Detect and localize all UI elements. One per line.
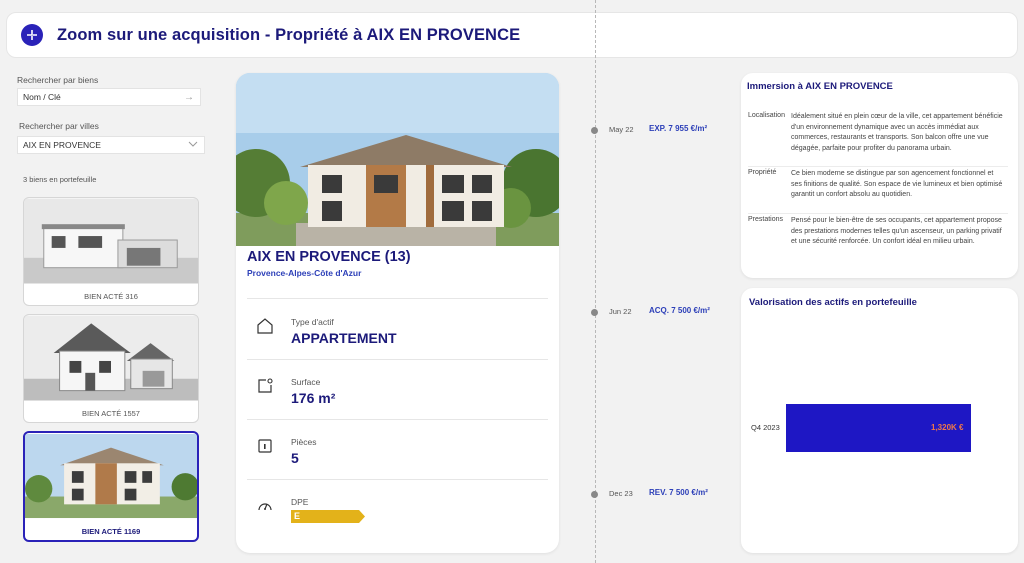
- timeline-line: [595, 0, 596, 563]
- property-detail-card: AIX EN PROVENCE (13) Provence-Alpes-Côte…: [236, 73, 559, 553]
- city-select[interactable]: AIX EN PROVENCE: [17, 136, 205, 154]
- divider: [247, 359, 548, 360]
- surface-value: 176 m²: [291, 390, 336, 406]
- timeline-date: Dec 23: [609, 489, 633, 498]
- rooms-label: Pièces: [291, 437, 317, 447]
- property-card-1557[interactable]: BIEN ACTÉ 1557: [23, 314, 199, 423]
- divider: [748, 166, 1008, 167]
- bar-category-label: Q4 2023: [751, 423, 780, 432]
- page-title: Zoom sur une acquisition - Propriété à A…: [57, 25, 521, 44]
- immersion-key: Prestations: [748, 216, 784, 223]
- dpe-badge: E: [291, 510, 365, 523]
- immersion-panel: Immersion à AIX EN PROVENCE Localisation…: [741, 73, 1018, 278]
- zoom-icon: [21, 24, 43, 46]
- home-icon: [257, 318, 273, 334]
- search-sidebar: Rechercher par biens Nom / Clé → Recherc…: [10, 66, 215, 563]
- timeline-value: REV. 7 500 €/m²: [649, 488, 708, 497]
- divider: [247, 298, 548, 299]
- surface-label: Surface: [291, 377, 321, 387]
- bar-value-label: 1,320K €: [931, 423, 964, 432]
- timeline-entry: May 22 EXP. 7 955 €/m²: [591, 124, 741, 136]
- property-photo-1169: [25, 433, 197, 519]
- immersion-text: Idéalement situé en plein cœur de la vil…: [791, 113, 1003, 152]
- immersion-text: Pensé pour le bien-être de ses occupants…: [791, 217, 1002, 246]
- property-hero-photo: [236, 73, 559, 246]
- immersion-text: Ce bien moderne se distingue par son age…: [791, 170, 1003, 199]
- divider: [247, 479, 548, 480]
- timeline-date: May 22: [609, 125, 634, 134]
- asset-type-row: Type d'actif APPARTEMENT: [247, 301, 547, 357]
- property-search-input[interactable]: Nom / Clé →: [17, 88, 201, 106]
- asset-type-value: APPARTEMENT: [291, 330, 397, 346]
- property-region: Provence-Alpes-Côte d'Azur: [247, 268, 362, 278]
- timeline-entry: Jun 22 ACQ. 7 500 €/m²: [591, 306, 741, 318]
- timeline-dot: [591, 491, 598, 498]
- portfolio-count: 3 biens en portefeuille: [23, 175, 97, 184]
- property-card-1169[interactable]: BIEN ACTÉ 1169: [23, 431, 199, 542]
- property-title: AIX EN PROVENCE (13): [247, 249, 411, 265]
- card-label: BIEN ACTÉ 1557: [82, 409, 140, 418]
- valuation-title: Valorisation des actifs en portefeuille: [749, 297, 917, 308]
- energy-gauge-icon: [258, 503, 272, 511]
- dpe-arrow: [291, 510, 365, 523]
- timeline-date: Jun 22: [609, 307, 632, 316]
- property-search-value: Nom / Clé: [23, 92, 61, 102]
- search-by-property-label: Rechercher par biens: [17, 75, 99, 85]
- property-photo-1557: [24, 315, 198, 401]
- timeline-value: ACQ. 7 500 €/m²: [649, 306, 710, 315]
- asset-type-label: Type d'actif: [291, 317, 334, 327]
- surface-row: Surface 176 m²: [247, 361, 547, 417]
- arrow-right-icon[interactable]: →: [184, 92, 194, 103]
- chevron-down-icon: [188, 140, 198, 151]
- surface-icon: [258, 378, 273, 393]
- timeline-dot: [591, 309, 598, 316]
- immersion-row-property: Propriété Ce bien moderne se distingue p…: [748, 169, 1002, 213]
- immersion-title: Immersion à AIX EN PROVENCE: [747, 81, 893, 92]
- dpe-label: DPE: [291, 497, 309, 507]
- rooms-value: 5: [291, 450, 299, 466]
- property-card-316[interactable]: BIEN ACTÉ 316: [23, 197, 199, 306]
- dpe-row: DPE E: [247, 481, 547, 537]
- timeline-dot: [591, 127, 598, 134]
- immersion-row-location: Localisation Idéalement situé en plein c…: [748, 112, 1003, 164]
- card-label: BIEN ACTÉ 1169: [81, 527, 141, 536]
- timeline-entry: Dec 23 REV. 7 500 €/m²: [591, 488, 741, 500]
- page-header: Zoom sur une acquisition - Propriété à A…: [6, 12, 1018, 58]
- immersion-row-services: Prestations Pensé pour le bien-être de s…: [748, 216, 1002, 260]
- search-by-city-label: Rechercher par villes: [19, 121, 99, 131]
- divider: [748, 213, 1008, 214]
- property-photo-316: [24, 198, 198, 284]
- valuation-panel: Valorisation des actifs en portefeuille …: [741, 288, 1018, 553]
- rooms-icon: [258, 439, 272, 453]
- dpe-value: E: [294, 511, 301, 521]
- rooms-row: Pièces 5: [247, 421, 547, 477]
- card-label: BIEN ACTÉ 316: [84, 292, 138, 301]
- city-select-value: AIX EN PROVENCE: [23, 140, 101, 150]
- divider: [247, 419, 548, 420]
- immersion-key: Propriété: [748, 169, 777, 176]
- timeline-value: EXP. 7 955 €/m²: [649, 124, 708, 133]
- immersion-key: Localisation: [748, 112, 785, 119]
